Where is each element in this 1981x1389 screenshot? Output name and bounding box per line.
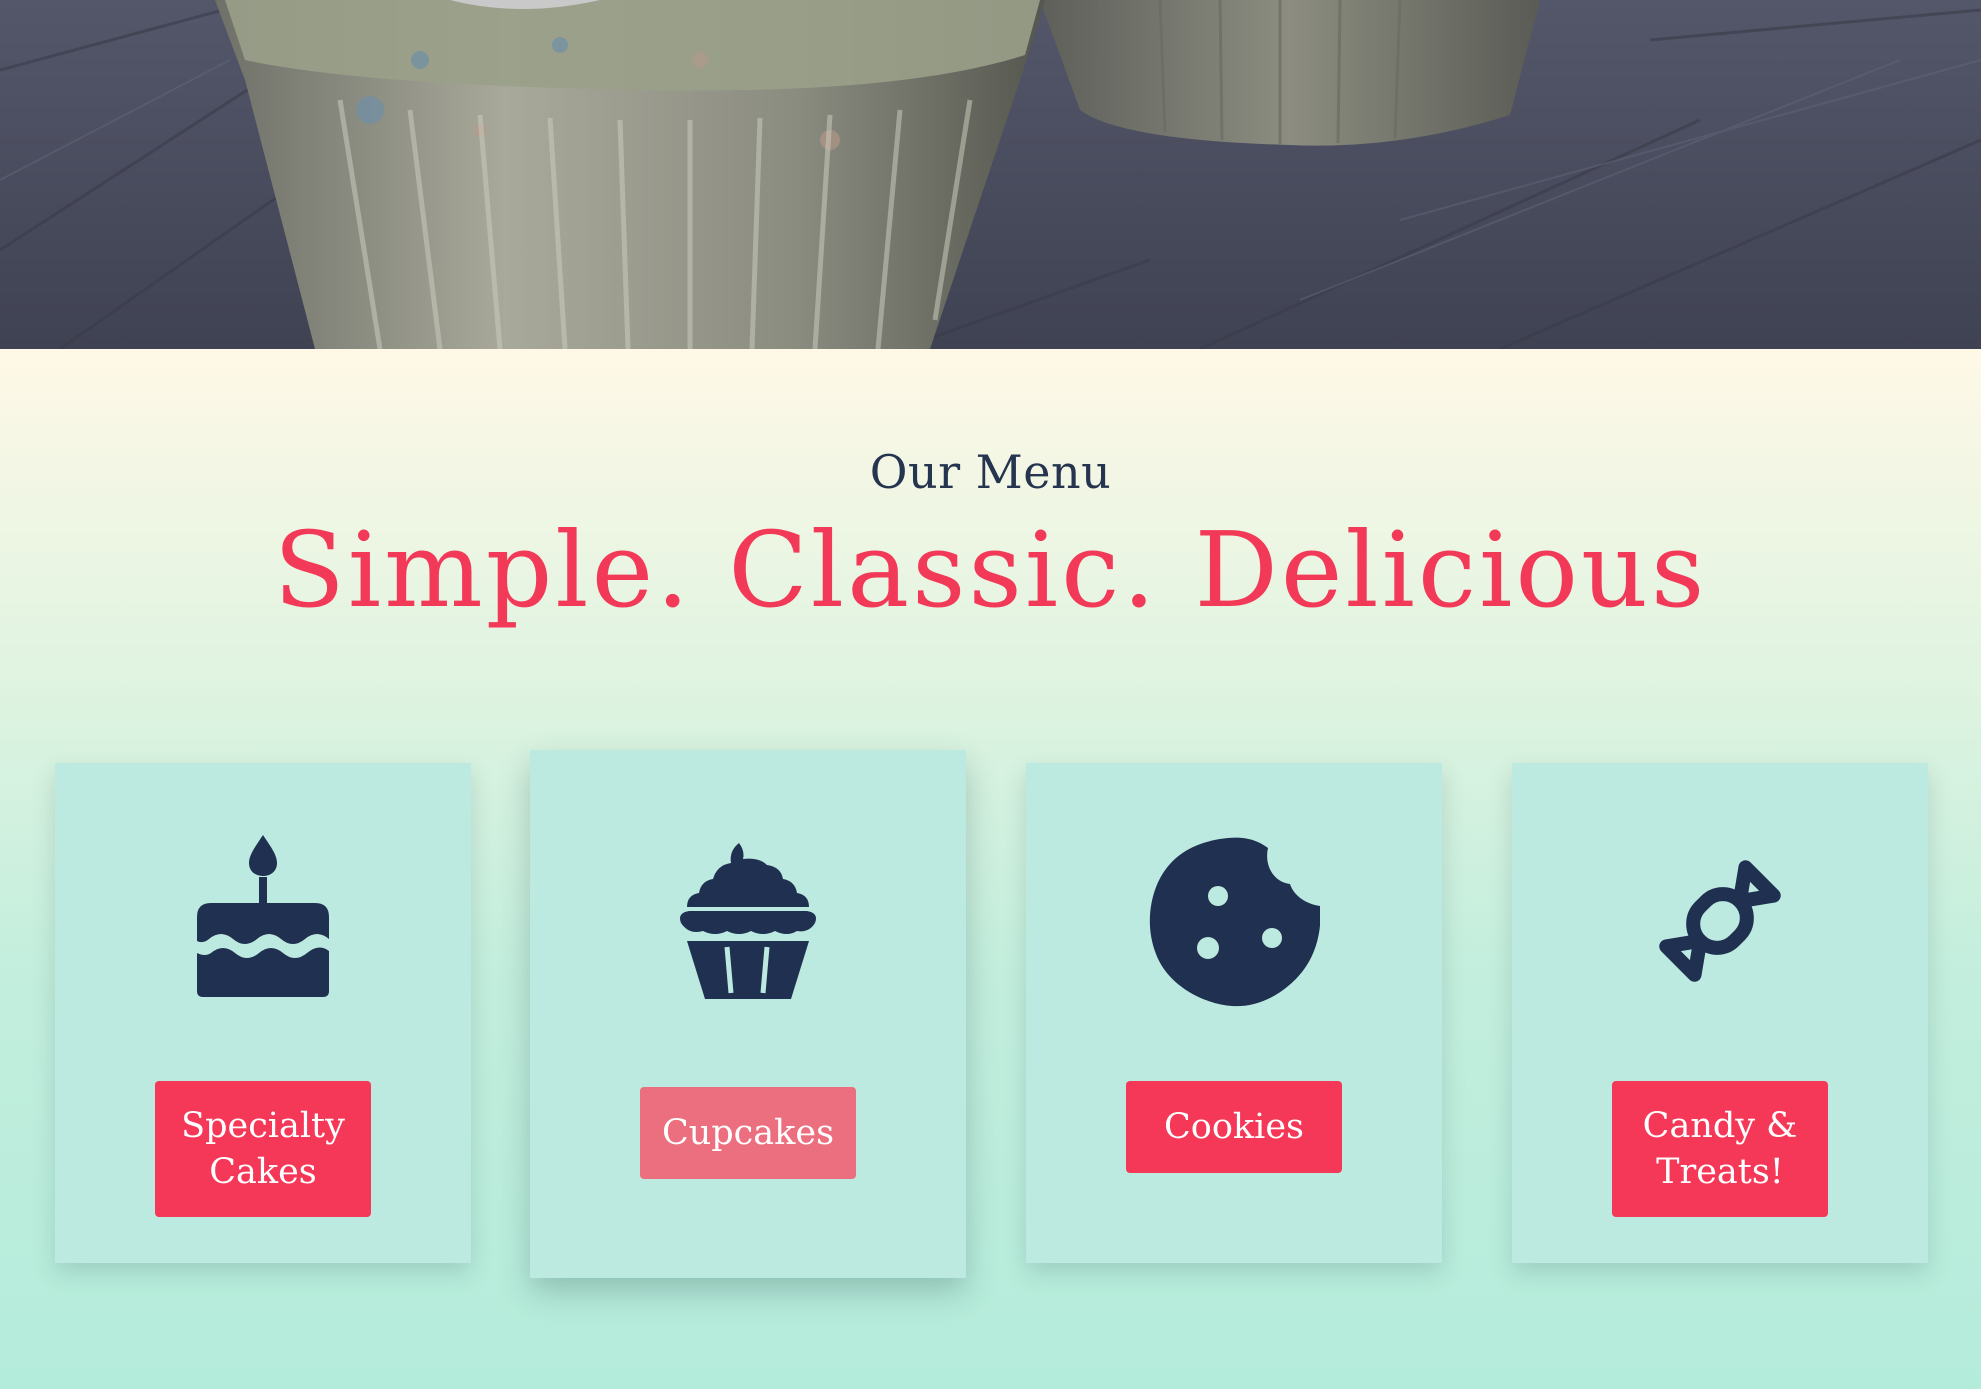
- menu-card-candy-treats[interactable]: Candy & Treats!: [1512, 763, 1928, 1263]
- candy-treats-button[interactable]: Candy & Treats!: [1612, 1081, 1828, 1217]
- hero-image: [0, 0, 1981, 349]
- birthday-cake-icon: [55, 835, 471, 997]
- menu-card-cupcakes[interactable]: Cupcakes: [530, 750, 966, 1278]
- cupcake-photo: [0, 0, 1981, 349]
- section-headline: Simple. Classic. Delicious: [273, 509, 1708, 631]
- candy-icon: [1512, 851, 1928, 991]
- cupcakes-button[interactable]: Cupcakes: [640, 1087, 856, 1179]
- specialty-cakes-button[interactable]: Specialty Cakes: [155, 1081, 371, 1217]
- cookie-icon: [1026, 836, 1442, 1008]
- menu-card-specialty-cakes[interactable]: Specialty Cakes: [55, 763, 471, 1263]
- menu-card-cookies[interactable]: Cookies: [1026, 763, 1442, 1263]
- cookies-button[interactable]: Cookies: [1126, 1081, 1342, 1173]
- cupcake-icon: [530, 843, 966, 999]
- section-eyebrow: Our Menu: [869, 445, 1112, 499]
- menu-section: Our Menu Simple. Classic. Delicious Spec…: [0, 349, 1981, 1389]
